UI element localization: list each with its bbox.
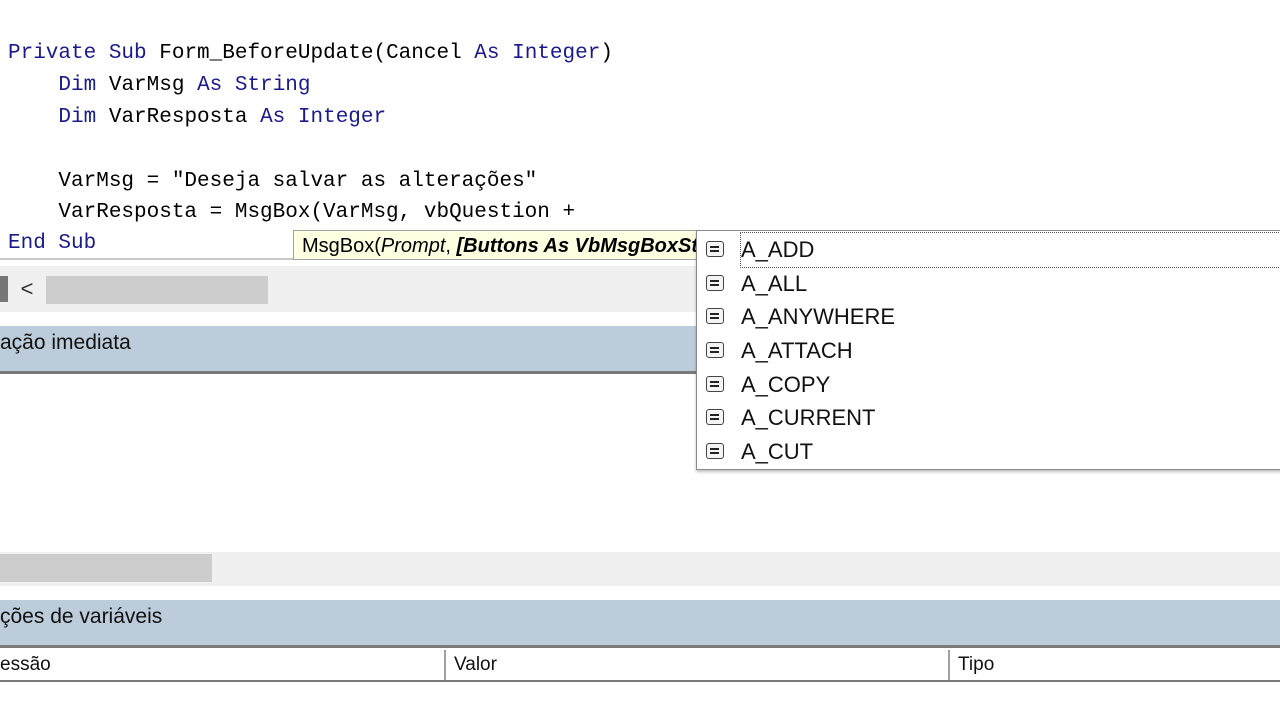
locals-column-header: essão Valor Tipo: [0, 650, 1280, 682]
view-toggle-button[interactable]: [0, 276, 8, 302]
code-line-1[interactable]: Private Sub Form_BeforeUpdate(Cancel As …: [8, 40, 613, 68]
tooltip-separator: ,: [445, 235, 457, 257]
code-line-7[interactable]: End Sub: [8, 230, 96, 258]
keyword: Integer: [512, 42, 601, 65]
autocomplete-item-label: A_COPY: [741, 372, 831, 397]
code-line-6[interactable]: VarResposta = MsgBox(VarMsg, vbQuestion …: [8, 199, 575, 227]
autocomplete-item-label: A_ADD: [739, 232, 1280, 268]
keyword: Dim: [58, 74, 97, 97]
keyword: Integer: [297, 106, 387, 129]
constant-icon: [706, 342, 724, 358]
constant-icon: [706, 376, 724, 392]
keyword: Private: [8, 42, 97, 65]
code-scroll-thumb[interactable]: [46, 276, 268, 304]
autocomplete-item-label: A_ANYWHERE: [741, 304, 896, 329]
keyword: Sub: [108, 42, 147, 65]
autocomplete-item-label: A_CUT: [741, 439, 814, 464]
keyword: As: [197, 74, 223, 97]
autocomplete-item-label: A_CURRENT: [741, 405, 876, 430]
immediate-scroll-thumb[interactable]: [0, 554, 212, 582]
constant-icon: [706, 241, 724, 257]
parameter-info-tooltip: MsgBox(Prompt, [Buttons As VbMsgBoxStyle: [293, 230, 698, 260]
autocomplete-item[interactable]: A_ADD: [697, 232, 1280, 268]
column-type[interactable]: Tipo: [950, 650, 1280, 680]
constant-icon: [706, 308, 724, 324]
autocomplete-item[interactable]: A_COPY: [697, 368, 1280, 400]
code-text: VarResposta: [96, 106, 261, 129]
autocomplete-item[interactable]: A_ANYWHERE: [697, 300, 1280, 332]
keyword: End: [8, 232, 46, 255]
autocomplete-item[interactable]: A_CUT: [697, 435, 1280, 467]
code-line-5[interactable]: VarMsg = "Deseja salvar as alterações": [8, 168, 537, 196]
tooltip-function: MsgBox(: [302, 235, 381, 257]
autocomplete-item-label: A_ALL: [741, 271, 808, 296]
constant-icon: [706, 409, 724, 425]
scroll-left-arrow[interactable]: <: [16, 275, 38, 303]
tooltip-param-prompt: Prompt: [380, 235, 446, 257]
keyword: As: [474, 42, 500, 65]
keyword: Sub: [58, 232, 97, 255]
code-text: ): [600, 42, 613, 65]
column-expression[interactable]: essão: [0, 650, 444, 680]
code-line-3[interactable]: Dim VarResposta As Integer: [8, 104, 386, 132]
constant-icon: [706, 443, 724, 459]
locals-window-title: ções de variáveis: [0, 600, 1280, 648]
autocomplete-item-label: A_ATTACH: [741, 338, 853, 363]
autocomplete-item[interactable]: A_ALL: [697, 267, 1280, 299]
keyword: As: [260, 106, 286, 129]
tooltip-param-buttons: [Buttons As VbMsgBoxStyle: [456, 235, 698, 257]
code-editor[interactable]: Private Sub Form_BeforeUpdate(Cancel As …: [0, 0, 1280, 262]
column-value[interactable]: Valor: [446, 650, 948, 680]
constant-icon: [706, 275, 724, 291]
autocomplete-item[interactable]: A_CURRENT: [697, 401, 1280, 433]
code-text: Form_BeforeUpdate(Cancel: [146, 42, 475, 65]
keyword: String: [234, 74, 311, 97]
code-line-2[interactable]: Dim VarMsg As String: [8, 72, 311, 100]
autocomplete-list[interactable]: A_ADD A_ALL A_ANYWHERE A_ATTACH A_COPY A…: [696, 230, 1280, 470]
autocomplete-item[interactable]: A_ATTACH: [697, 334, 1280, 366]
keyword: Dim: [58, 106, 97, 129]
code-text: VarMsg: [96, 74, 198, 97]
